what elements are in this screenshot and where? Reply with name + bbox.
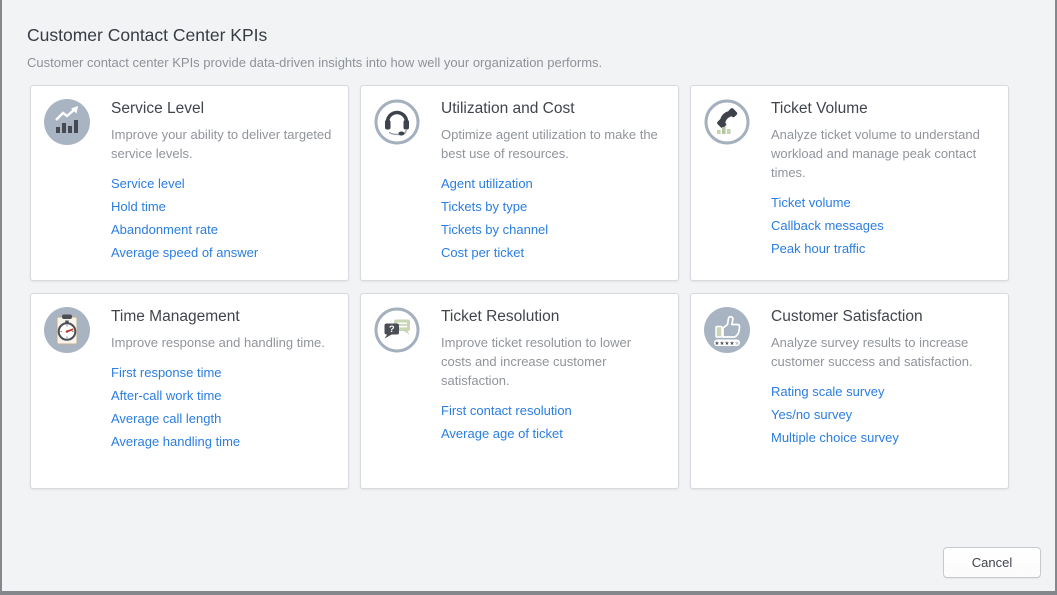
card-description: Improve ticket resolution to lower costs… <box>441 333 664 390</box>
kpi-link-average-speed-of-answer[interactable]: Average speed of answer <box>111 246 334 259</box>
kpi-link-tickets-by-type[interactable]: Tickets by type <box>441 200 664 213</box>
card-title: Customer Satisfaction <box>771 308 994 326</box>
card-title: Ticket Volume <box>771 100 994 118</box>
kpi-card-ticket-volume: Ticket Volume Analyze ticket volume to u… <box>690 85 1009 281</box>
kpi-link-list: Service level Hold time Abandonment rate… <box>111 177 334 259</box>
cancel-button[interactable]: Cancel <box>943 547 1041 578</box>
card-title: Service Level <box>111 100 334 118</box>
card-body: Service Level Improve your ability to de… <box>111 100 334 259</box>
kpi-link-after-call-work-time[interactable]: After-call work time <box>111 389 334 402</box>
kpi-link-list: First contact resolution Average age of … <box>441 404 664 440</box>
kpi-link-rating-scale-survey[interactable]: Rating scale survey <box>771 385 994 398</box>
svg-text:★★★★★: ★★★★★ <box>714 340 739 347</box>
kpi-link-first-contact-resolution[interactable]: First contact resolution <box>441 404 664 417</box>
card-title: Ticket Resolution <box>441 308 664 326</box>
kpi-card-customer-satisfaction: ★★★★★ Customer Satisfaction Analyze surv… <box>690 293 1009 489</box>
card-description: Improve response and handling time. <box>111 333 334 352</box>
kpi-link-tickets-by-channel[interactable]: Tickets by channel <box>441 223 664 236</box>
card-description: Analyze ticket volume to understand work… <box>771 125 994 182</box>
bar-chart-trend-icon <box>44 99 90 145</box>
thumbs-up-rating-icon: ★★★★★ <box>704 307 750 353</box>
kpi-link-callback-messages[interactable]: Callback messages <box>771 219 994 232</box>
card-description: Analyze survey results to increase custo… <box>771 333 994 371</box>
kpi-link-average-age-of-ticket[interactable]: Average age of ticket <box>441 427 664 440</box>
kpi-link-average-handling-time[interactable]: Average handling time <box>111 435 334 448</box>
svg-text:?: ? <box>389 324 395 335</box>
kpi-card-time-management: Time Management Improve response and han… <box>30 293 349 489</box>
kpi-link-service-level[interactable]: Service level <box>111 177 334 190</box>
card-title: Utilization and Cost <box>441 100 664 118</box>
card-title: Time Management <box>111 308 334 326</box>
kpi-link-hold-time[interactable]: Hold time <box>111 200 334 213</box>
kpi-link-first-response-time[interactable]: First response time <box>111 366 334 379</box>
kpi-link-average-call-length[interactable]: Average call length <box>111 412 334 425</box>
kpi-link-multiple-choice-survey[interactable]: Multiple choice survey <box>771 431 994 444</box>
kpi-link-list: Agent utilization Tickets by type Ticket… <box>441 177 664 259</box>
kpi-card-utilization-and-cost: Utilization and Cost Optimize agent util… <box>360 85 679 281</box>
card-body: Ticket Volume Analyze ticket volume to u… <box>771 100 994 255</box>
kpi-picker-screen: Customer Contact Center KPIs Customer co… <box>0 0 1057 595</box>
kpi-link-abandonment-rate[interactable]: Abandonment rate <box>111 223 334 236</box>
page-subtitle: Customer contact center KPIs provide dat… <box>27 55 1027 70</box>
kpi-link-list: First response time After-call work time… <box>111 366 334 448</box>
dialog-footer: Cancel <box>943 547 1041 578</box>
kpi-link-yes-no-survey[interactable]: Yes/no survey <box>771 408 994 421</box>
kpi-card-ticket-resolution: ? Ticket Resolution Improve ticket resol… <box>360 293 679 489</box>
card-description: Optimize agent utilization to make the b… <box>441 125 664 163</box>
kpi-link-peak-hour-traffic[interactable]: Peak hour traffic <box>771 242 994 255</box>
kpi-link-cost-per-ticket[interactable]: Cost per ticket <box>441 246 664 259</box>
page-header: Customer Contact Center KPIs Customer co… <box>2 0 1055 70</box>
headset-icon <box>374 99 420 145</box>
kpi-link-ticket-volume[interactable]: Ticket volume <box>771 196 994 209</box>
card-body: Ticket Resolution Improve ticket resolut… <box>441 308 664 440</box>
kpi-link-agent-utilization[interactable]: Agent utilization <box>441 177 664 190</box>
card-body: Customer Satisfaction Analyze survey res… <box>771 308 994 444</box>
kpi-card-grid: Service Level Improve your ability to de… <box>30 85 1055 489</box>
card-body: Utilization and Cost Optimize agent util… <box>441 100 664 259</box>
card-body: Time Management Improve response and han… <box>111 308 334 448</box>
chat-bubbles-icon: ? <box>374 307 420 353</box>
card-description: Improve your ability to deliver targeted… <box>111 125 334 163</box>
kpi-card-service-level: Service Level Improve your ability to de… <box>30 85 349 281</box>
stopwatch-clipboard-icon <box>44 307 90 353</box>
kpi-link-list: Ticket volume Callback messages Peak hou… <box>771 196 994 255</box>
kpi-link-list: Rating scale survey Yes/no survey Multip… <box>771 385 994 444</box>
page-title: Customer Contact Center KPIs <box>27 25 1027 46</box>
phone-chart-icon <box>704 99 750 145</box>
